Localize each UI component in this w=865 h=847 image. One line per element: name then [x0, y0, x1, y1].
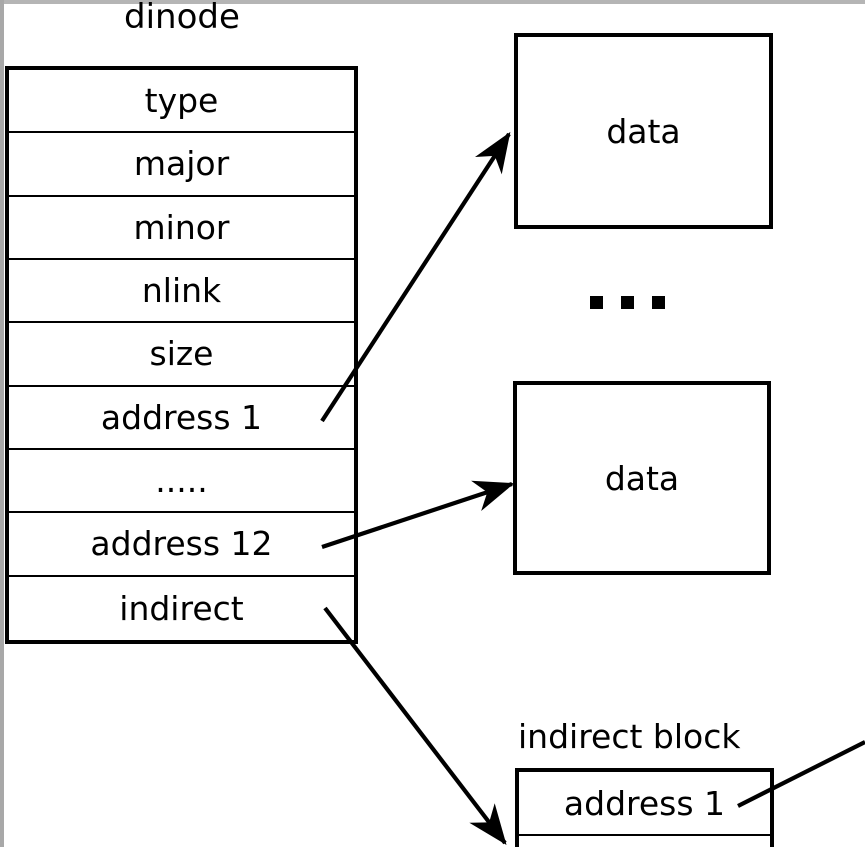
page-gutter-left: [0, 0, 4, 847]
ellipsis-dot-1: [590, 296, 603, 309]
dinode-field-row[interactable]: nlink: [9, 260, 354, 324]
dinode-field-label: .....: [155, 461, 208, 501]
dinode-title: dinode: [124, 0, 240, 37]
indirect-block-title: indirect block: [518, 717, 741, 756]
dinode-field-row[interactable]: type: [9, 70, 354, 134]
ellipsis-dot-2: [621, 296, 634, 309]
dinode-field-label: type: [144, 81, 219, 121]
dinode-field-row[interactable]: .....: [9, 450, 354, 514]
dinode-field-label: nlink: [141, 271, 222, 311]
data-block-2[interactable]: data: [513, 381, 771, 575]
dinode-struct-table: type major minor nlink size address 1..... add…: [5, 66, 358, 644]
indirect-block-table: address 1: [515, 768, 774, 847]
dinode-field-label: minor: [133, 207, 230, 247]
dinode-field-row[interactable]: minor: [9, 197, 354, 260]
dinode-field-row[interactable]: address 12: [9, 513, 354, 577]
indirect-entry-row[interactable]: address 1: [519, 772, 770, 836]
data-block-2-label: data: [604, 458, 680, 498]
indirect-entry-label: address 1: [563, 783, 726, 823]
indirect-entry-row[interactable]: [519, 836, 770, 847]
dinode-field-row[interactable]: indirect: [9, 577, 354, 640]
dinode-field-label: address 12: [90, 524, 273, 564]
dinode-field-label: size: [149, 334, 214, 374]
ellipsis-dot-3: [652, 296, 665, 309]
dinode-field-label: major: [133, 144, 230, 184]
data-blocks-ellipsis: [590, 296, 665, 309]
data-block-1[interactable]: data: [514, 33, 773, 229]
diagram-canvas: dinode type major minor nlink size address 1.…: [0, 0, 865, 847]
dinode-field-row[interactable]: address 1: [9, 387, 354, 450]
dinode-field-row[interactable]: size: [9, 323, 354, 387]
dinode-field-label: indirect: [119, 588, 244, 628]
data-block-1-label: data: [606, 111, 681, 151]
dinode-field-row[interactable]: major: [9, 133, 354, 197]
dinode-field-label: address 1: [100, 397, 263, 437]
